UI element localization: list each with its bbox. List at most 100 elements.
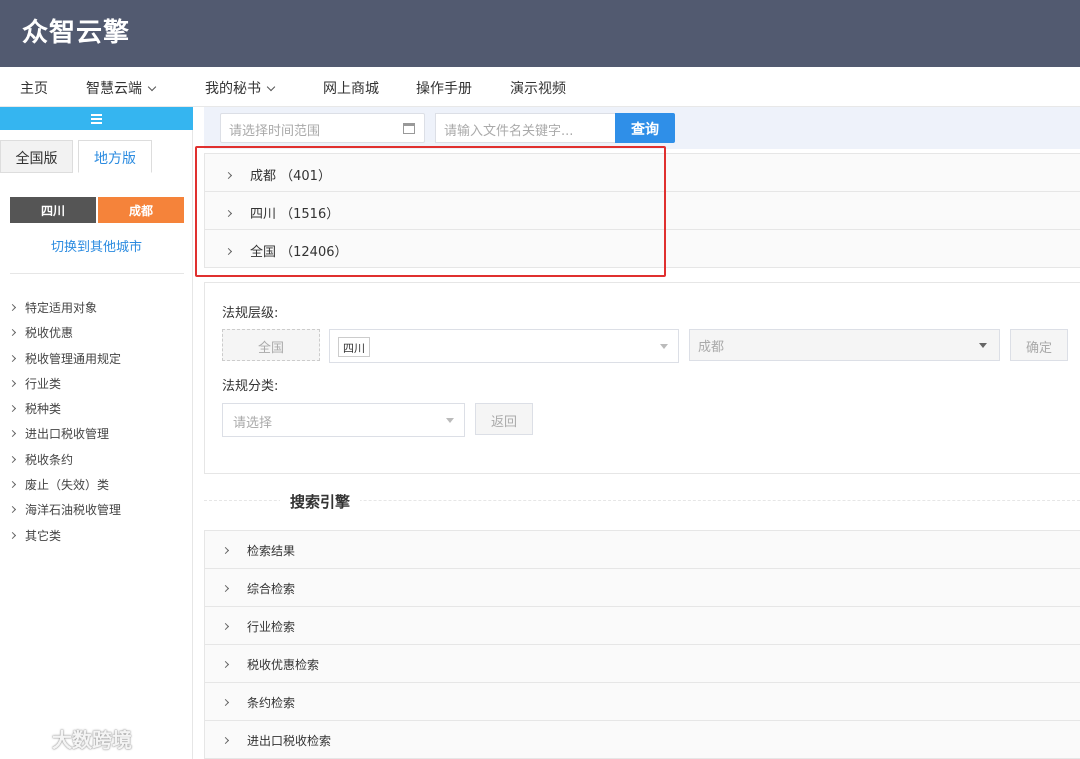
province-select[interactable]: 四川 <box>329 329 679 363</box>
keyword-input[interactable]: 请输入文件名关键字... <box>435 113 615 143</box>
search-engine-label: 检索结果 <box>247 544 296 558</box>
filter-panel: 法规层级: 全国 四川 成都 确定 法规分类: 请选择 返回 <box>204 282 1080 474</box>
chevron-down-icon <box>147 82 157 92</box>
app-logo[interactable]: 众智云擎 <box>22 12 130 49</box>
caret-down-icon <box>979 343 987 348</box>
category-label: 废止（失效）类 <box>25 478 110 493</box>
chevron-right-icon <box>8 354 17 362</box>
nav-label: 演示视频 <box>510 81 566 97</box>
category-label: 税收条约 <box>25 452 74 467</box>
sidebar: 全国版 地方版 四川 成都 切换到其他城市 特定适用对象 税收优惠 税收管理通用… <box>0 107 193 759</box>
search-engine-item[interactable]: 进出口税收检索 <box>205 721 1080 759</box>
date-range-input[interactable]: 请选择时间范围 <box>220 113 425 143</box>
watermark-text: 大数跨境 <box>52 728 132 752</box>
search-engine-label: 税收优惠检索 <box>247 658 320 672</box>
category-item[interactable]: 废止（失效）类 <box>8 476 121 501</box>
chevron-right-icon <box>221 546 230 555</box>
region-province-button[interactable]: 四川 <box>10 197 96 223</box>
nav-label: 智慧云端 <box>86 81 142 97</box>
calendar-icon <box>403 123 415 134</box>
category-item[interactable]: 进出口税收管理 <box>8 425 121 450</box>
search-engine-item[interactable]: 行业检索 <box>205 607 1080 645</box>
category-label: 税种类 <box>25 402 62 417</box>
category-label: 行业类 <box>25 376 62 391</box>
keyword-placeholder: 请输入文件名关键字... <box>444 124 574 139</box>
menu-icon <box>91 114 102 126</box>
nav-label: 操作手册 <box>416 81 472 97</box>
date-range-placeholder: 请选择时间范围 <box>229 124 321 139</box>
chevron-right-icon <box>221 736 230 745</box>
city-select[interactable]: 成都 <box>689 329 1000 361</box>
category-item[interactable]: 税收条约 <box>8 451 121 476</box>
search-engine-label: 条约检索 <box>247 696 296 710</box>
search-engine-item[interactable]: 条约检索 <box>205 683 1080 721</box>
chevron-right-icon <box>8 506 17 514</box>
nav-label: 主页 <box>20 81 48 97</box>
search-engine-title: 搜索引擎 <box>280 491 361 512</box>
class-label: 法规分类: <box>222 379 279 394</box>
caret-down-icon <box>446 418 454 423</box>
divider <box>10 273 184 274</box>
nav-item-smart-cloud[interactable]: 智慧云端 <box>86 78 157 98</box>
level-all-button[interactable]: 全国 <box>222 329 320 361</box>
category-label: 海洋石油税收管理 <box>25 503 122 518</box>
watermark: 大数跨境 <box>10 724 132 753</box>
province-tag: 四川 <box>338 337 370 357</box>
level-label: 法规层级: <box>222 306 279 321</box>
chevron-right-icon <box>8 455 17 463</box>
chevron-down-icon <box>266 82 276 92</box>
class-select[interactable]: 请选择 <box>222 403 465 437</box>
category-item[interactable]: 行业类 <box>8 375 121 400</box>
category-item[interactable]: 税种类 <box>8 400 121 425</box>
top-header: 众智云擎 <box>0 0 1080 67</box>
category-label: 其它类 <box>25 528 62 543</box>
search-engine-label: 进出口税收检索 <box>247 734 332 748</box>
main-nav: 主页 智慧云端 我的秘书 网上商城 操作手册 演示视频 <box>0 67 1080 107</box>
chevron-right-icon <box>8 405 17 413</box>
switch-city-link[interactable]: 切换到其他城市 <box>0 236 193 255</box>
category-item[interactable]: 税收优惠 <box>8 324 121 349</box>
confirm-button[interactable]: 确定 <box>1010 329 1068 361</box>
search-engine-panel: 检索结果 综合检索 行业检索 税收优惠检索 条约检索 进出口税收检索 <box>204 530 1080 759</box>
category-item[interactable]: 税收管理通用规定 <box>8 350 122 375</box>
nav-item-online-store[interactable]: 网上商城 <box>323 78 379 98</box>
category-item[interactable]: 其它类 <box>8 527 121 552</box>
chevron-right-icon <box>8 531 17 539</box>
nav-item-demo-video[interactable]: 演示视频 <box>510 78 566 98</box>
category-label: 税收管理通用规定 <box>25 351 122 366</box>
nav-label: 我的秘书 <box>205 81 261 97</box>
search-bar: 请选择时间范围 请输入文件名关键字... 查询 <box>204 107 1080 149</box>
category-label: 进出口税收管理 <box>25 427 110 442</box>
chevron-right-icon <box>221 698 230 707</box>
chevron-right-icon <box>221 622 230 631</box>
tab-local[interactable]: 地方版 <box>78 140 152 173</box>
chevron-right-icon <box>8 379 17 387</box>
class-placeholder: 请选择 <box>233 416 273 431</box>
nav-item-my-secretary[interactable]: 我的秘书 <box>205 78 276 98</box>
category-item[interactable]: 海洋石油税收管理 <box>8 501 122 526</box>
back-button[interactable]: 返回 <box>475 403 533 435</box>
category-label: 特定适用对象 <box>25 301 98 315</box>
chevron-right-icon <box>8 481 17 489</box>
region-selector: 四川 成都 <box>10 197 184 223</box>
search-engine-item[interactable]: 税收优惠检索 <box>205 645 1080 683</box>
chevron-right-icon <box>8 303 17 312</box>
tab-national[interactable]: 全国版 <box>0 140 73 173</box>
nav-item-home[interactable]: 主页 <box>20 78 48 98</box>
nav-label: 网上商城 <box>323 81 379 97</box>
city-select-value: 成都 <box>698 340 725 355</box>
region-city-button[interactable]: 成都 <box>98 197 184 223</box>
category-item[interactable]: 特定适用对象 <box>8 299 121 324</box>
caret-down-icon <box>660 344 668 349</box>
search-engine-item[interactable]: 检索结果 <box>205 531 1080 569</box>
search-engine-label: 行业检索 <box>247 620 296 634</box>
nav-item-manual[interactable]: 操作手册 <box>416 78 472 98</box>
chevron-right-icon <box>221 584 230 593</box>
chevron-right-icon <box>8 329 17 337</box>
sidebar-toggle[interactable] <box>0 107 193 130</box>
category-label: 税收优惠 <box>25 326 74 341</box>
search-engine-item[interactable]: 综合检索 <box>205 569 1080 607</box>
chevron-right-icon <box>221 660 230 669</box>
query-button[interactable]: 查询 <box>615 113 675 143</box>
search-engine-label: 综合检索 <box>247 582 296 596</box>
